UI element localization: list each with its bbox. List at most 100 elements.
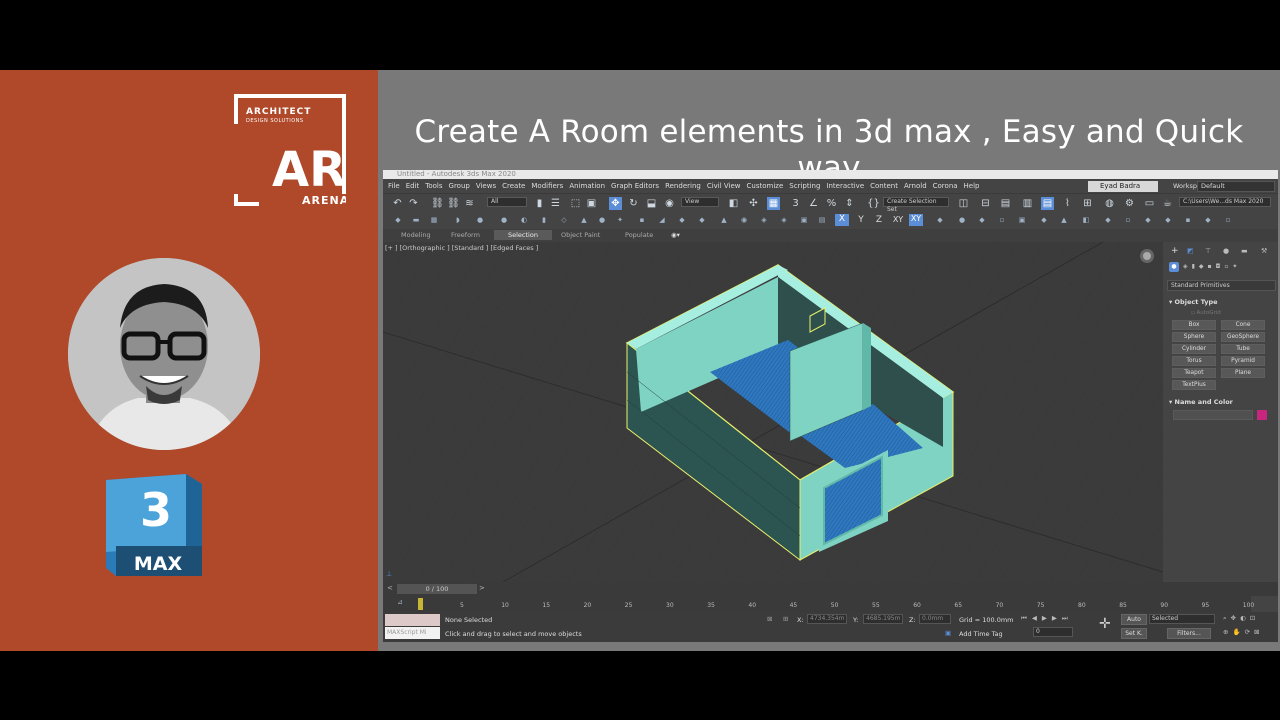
constrain-x-button[interactable]: X (835, 214, 849, 226)
menu-item[interactable]: Corona (930, 179, 961, 193)
toolbar2-tool-17-icon[interactable]: ▲ (719, 215, 729, 225)
object-color-swatch[interactable] (1257, 410, 1267, 420)
toolbar2-tool-18-icon[interactable]: ◉ (739, 215, 749, 225)
menu-item[interactable]: Scripting (786, 179, 823, 193)
time-slider[interactable]: 0 / 100 (397, 584, 477, 594)
bind-spacewarp-icon[interactable]: ≋ (463, 197, 476, 210)
primitive-button[interactable]: Box (1172, 320, 1216, 330)
primitive-button[interactable]: GeoSphere (1221, 332, 1265, 342)
user-account[interactable]: Eyad Badra (1088, 181, 1158, 192)
menu-item[interactable]: Modifiers (528, 179, 566, 193)
mirror-icon[interactable]: ◫ (957, 197, 970, 210)
toolbar2-tool-36-icon[interactable]: ◆ (1203, 215, 1213, 225)
rotate-icon[interactable]: ↻ (627, 197, 640, 210)
primitive-button[interactable]: Tube (1221, 344, 1265, 354)
redo-icon[interactable]: ↷ (407, 197, 420, 210)
menu-item[interactable]: Animation (566, 179, 608, 193)
set-key-button[interactable]: Set K. (1121, 628, 1147, 639)
hierarchy-tab-icon[interactable]: ⊤ (1205, 247, 1211, 255)
toolbar2-tool-30-icon[interactable]: ◧ (1081, 215, 1091, 225)
ribbon-tab[interactable]: Selection (494, 230, 552, 240)
toolbar2-tool-8-icon[interactable]: ▮ (539, 215, 549, 225)
toolbar2-tool-7-icon[interactable]: ◐ (519, 215, 529, 225)
material-editor-icon[interactable]: ◍ (1103, 197, 1116, 210)
primitive-button[interactable]: TextPlus (1172, 380, 1216, 390)
window-crossing-icon[interactable]: ▣ (585, 197, 598, 210)
curve-editor-icon[interactable]: ⌇ (1061, 197, 1074, 210)
toolbar2-tool-11-icon[interactable]: ● (597, 215, 607, 225)
toolbar2-tool-34-icon[interactable]: ◆ (1163, 215, 1173, 225)
toolbar2-tool-31-icon[interactable]: ◆ (1103, 215, 1113, 225)
rectangular-selection-icon[interactable]: ⬚ (569, 197, 582, 210)
object-type-header[interactable]: ▾ Object Type (1169, 298, 1218, 306)
spinner-snap-icon[interactable]: ⇕ (843, 197, 856, 210)
workspace-dropdown[interactable]: Default (1197, 181, 1275, 192)
menu-item[interactable]: Interactive (823, 179, 867, 193)
toolbar2-tool-37-icon[interactable]: ▫ (1223, 215, 1233, 225)
toolbar2-tool-32-icon[interactable]: ▫ (1123, 215, 1133, 225)
toolbar2-tool-1-icon[interactable]: ◆ (393, 215, 403, 225)
primitive-button[interactable]: Cone (1221, 320, 1265, 330)
toolbar2-tool-9-icon[interactable]: ◇ (559, 215, 569, 225)
coord-y-field[interactable]: 4685.195m (863, 614, 903, 624)
menu-item[interactable]: File (385, 179, 403, 193)
primitive-button[interactable]: Cylinder (1172, 344, 1216, 354)
toolbar2-tool-3-icon[interactable]: ▦ (429, 215, 439, 225)
ribbon-tab[interactable]: Modeling (401, 229, 431, 242)
modify-tab-icon[interactable]: ◩ (1187, 247, 1194, 255)
constrain-xy-button[interactable]: XY (891, 215, 905, 225)
utilities-tab-icon[interactable]: ⚒ (1261, 247, 1267, 255)
unlink-icon[interactable]: ⛓ (447, 197, 460, 210)
viewport-navigation-icons-2[interactable]: ⊕✋⟳⊠ (1223, 628, 1263, 636)
toolbar2-tool-2-icon[interactable]: ▬ (411, 215, 421, 225)
select-manipulate-icon[interactable]: ✣ (747, 197, 760, 210)
menu-item[interactable]: Arnold (901, 179, 930, 193)
move-icon[interactable]: ✥ (609, 197, 622, 210)
viewport-label[interactable]: [+ ] [Orthographic ] [Standard ] [Edged … (385, 244, 538, 252)
angle-snap-icon[interactable]: ∠ (807, 197, 820, 210)
select-object-icon[interactable]: ▮ (533, 197, 546, 210)
track-bar[interactable]: ⊿ 5 10 15 20 25 30 35 40 45 50 55 60 65 70 75 80 85 90 95 1… (383, 596, 1254, 612)
toolbar2-tool-20-icon[interactable]: ◈ (779, 215, 789, 225)
toolbar2-tool-22-icon[interactable]: ▤ (817, 215, 827, 225)
reference-coordinate-dropdown[interactable]: View (681, 197, 719, 207)
coord-x-field[interactable]: 4734.354m (807, 614, 847, 624)
placement-icon[interactable]: ◉ (663, 197, 676, 210)
auto-key-button[interactable]: Auto (1121, 614, 1147, 625)
time-slider-marker[interactable] (418, 598, 423, 610)
toolbar2-tool-10-icon[interactable]: ▲ (579, 215, 589, 225)
toggle-scene-explorer-icon[interactable]: ▤ (999, 197, 1012, 210)
name-color-header[interactable]: ▾ Name and Color (1169, 398, 1233, 406)
autogrid-checkbox[interactable]: ▫ AutoGrid (1191, 310, 1221, 316)
toolbar2-tool-12-icon[interactable]: ✦ (615, 215, 625, 225)
primitive-button[interactable]: Pyramid (1221, 356, 1265, 366)
rendered-frame-window-icon[interactable]: ▭ (1143, 197, 1156, 210)
snaps-toggle-icon[interactable]: 3 (789, 197, 802, 210)
primitive-button[interactable]: Sphere (1172, 332, 1216, 342)
toolbar2-tool-5-icon[interactable]: ● (475, 215, 485, 225)
render-setup-icon[interactable]: ⚙ (1123, 197, 1136, 210)
key-mode-icon[interactable]: ✛ (1099, 616, 1111, 632)
percent-snap-icon[interactable]: % (825, 197, 838, 210)
create-tab-icon[interactable]: + (1171, 246, 1179, 256)
track-bar-toggle-icon[interactable]: ⊿ (397, 598, 403, 606)
viewport-navigation-icons[interactable]: ⌕✥◐⊡ (1223, 614, 1259, 623)
object-name-input[interactable] (1173, 410, 1253, 420)
selection-filter-dropdown[interactable]: All (487, 197, 527, 207)
toolbar2-tool-4-icon[interactable]: ◗ (453, 215, 463, 225)
toolbar2-tool-23-icon[interactable]: ◆ (935, 215, 945, 225)
create-category-icons[interactable]: ◈▮◆▪◘▫✦ (1183, 263, 1241, 270)
menu-item[interactable]: Civil View (704, 179, 744, 193)
menu-item[interactable]: Views (473, 179, 499, 193)
named-selection-dropdown[interactable]: Create Selection Set (883, 197, 949, 213)
primitive-type-dropdown[interactable]: Standard Primitives (1167, 280, 1276, 291)
menu-item[interactable]: Graph Editors (608, 179, 662, 193)
menu-item[interactable]: Create (499, 179, 528, 193)
time-slider-next-icon[interactable]: > (479, 584, 485, 592)
current-frame-field[interactable]: 0 (1033, 627, 1073, 637)
constrain-xy-active-button[interactable]: XY (909, 214, 923, 226)
toolbar2-tool-24-icon[interactable]: ● (957, 215, 967, 225)
align-icon[interactable]: ⊟ (979, 197, 992, 210)
key-filter-dropdown[interactable]: Selected (1149, 614, 1215, 624)
toolbar2-tool-19-icon[interactable]: ◈ (759, 215, 769, 225)
